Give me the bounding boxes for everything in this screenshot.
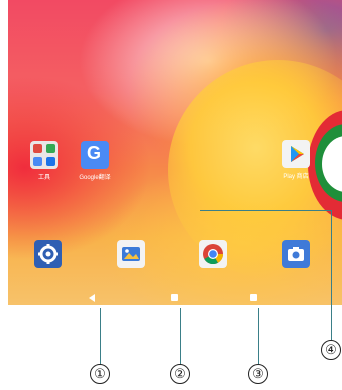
gallery-icon <box>122 247 140 261</box>
chrome-app[interactable] <box>199 240 227 268</box>
callout-marker-4: ④ <box>321 340 341 360</box>
callout-line-3 <box>258 308 259 364</box>
home-button[interactable] <box>171 294 178 301</box>
play-store-icon <box>291 146 304 162</box>
files-mini-icon <box>33 157 42 166</box>
maps-mini-icon <box>46 144 55 153</box>
chrome-icon <box>203 244 224 265</box>
google-translate-label: Google翻译 <box>79 175 111 181</box>
settings-icon <box>38 244 58 264</box>
tools-folder-label: 工具 <box>37 175 50 181</box>
callout-marker-3: ③ <box>248 364 268 384</box>
recent-apps-button[interactable] <box>250 294 257 301</box>
translate-icon: G <box>87 143 102 163</box>
callout-line-2 <box>180 308 181 364</box>
back-button[interactable] <box>89 294 95 302</box>
callout-marker-2: ② <box>170 364 190 384</box>
callout-line-4-vertical <box>331 210 332 340</box>
camera-icon <box>288 247 304 261</box>
calendar-mini-icon <box>46 157 55 166</box>
google-translate-app[interactable]: G <box>81 141 109 169</box>
settings-app[interactable] <box>34 240 62 268</box>
play-store-label: Play 商店 <box>283 174 309 180</box>
camera-app[interactable] <box>282 240 310 268</box>
callout-marker-1: ① <box>90 364 110 384</box>
callout-line-1 <box>100 308 101 364</box>
callout-line-4-horizontal <box>200 210 332 211</box>
play-store-app[interactable] <box>282 140 310 168</box>
tools-folder[interactable] <box>30 141 58 169</box>
gallery-app[interactable] <box>117 240 145 268</box>
gmail-mini-icon <box>33 144 42 153</box>
